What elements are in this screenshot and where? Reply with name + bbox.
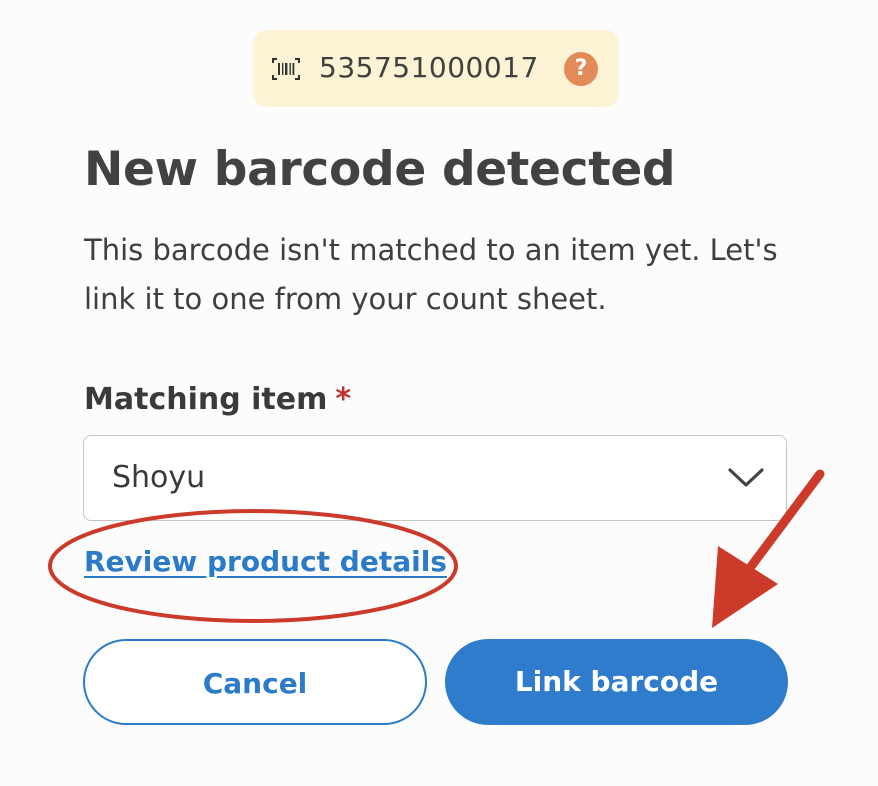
barcode-icon	[272, 58, 300, 80]
chevron-down-icon	[728, 468, 764, 487]
required-asterisk: *	[335, 382, 352, 417]
barcode-link-dialog: 535751000017 ? New barcode detected This…	[0, 0, 878, 786]
matching-item-label: Matching item *	[84, 378, 351, 422]
review-product-details-link[interactable]: Review product details	[84, 542, 447, 582]
matching-item-label-text: Matching item	[84, 382, 328, 417]
dialog-title: New barcode detected	[84, 142, 676, 197]
link-barcode-button[interactable]: Link barcode	[445, 639, 788, 725]
matching-item-select[interactable]: Shoyu	[83, 435, 787, 521]
cancel-button[interactable]: Cancel	[83, 639, 427, 725]
matching-item-value: Shoyu	[112, 460, 206, 495]
dialog-description: This barcode isn't matched to an item ye…	[84, 233, 778, 316]
barcode-chip: 535751000017 ?	[253, 30, 619, 107]
question-mark-icon[interactable]: ?	[564, 52, 598, 86]
barcode-number: 535751000017	[319, 51, 539, 84]
